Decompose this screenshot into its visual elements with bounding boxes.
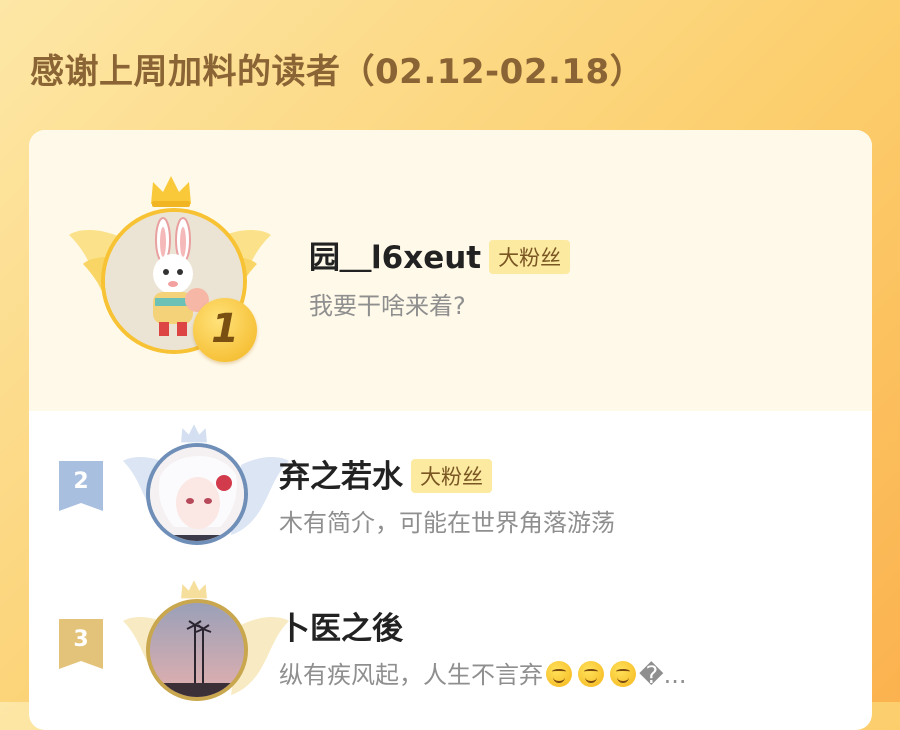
reader-name: 园＿l6xeut 大粉丝 xyxy=(309,232,571,277)
reader-row-3[interactable]: 3 卜医之後 纵有疾风起，人生不言弃 �... xyxy=(29,561,872,721)
crown-icon xyxy=(181,580,207,599)
fan-badge: 大粉丝 xyxy=(411,458,492,493)
smiling-face-emoji-icon xyxy=(578,661,604,687)
anime-avatar-image xyxy=(150,447,244,541)
reader-description: 纵有疾风起，人生不言弃 �... xyxy=(279,661,687,689)
page-title: 感谢上周加料的读者（02.12-02.18） xyxy=(30,52,645,92)
fan-badge: 大粉丝 xyxy=(489,239,571,274)
rank-number: 1 xyxy=(211,306,239,352)
palm-sunset-avatar-image xyxy=(150,603,244,697)
rank-tag-3: 3 xyxy=(59,619,103,669)
smiling-face-emoji-icon xyxy=(610,661,636,687)
reader-row-1[interactable]: 1 园＿l6xeut 大粉丝 我要干啥来着? xyxy=(29,130,872,411)
avatar[interactable] xyxy=(146,443,248,545)
gold-medal-icon: 1 xyxy=(193,298,257,362)
reader-name: 弃之若水 大粉丝 xyxy=(279,451,492,496)
rank-tag-2: 2 xyxy=(59,461,103,511)
crown-icon xyxy=(151,176,191,207)
reader-name: 卜医之後 xyxy=(279,611,403,647)
reader-description: 我要干啥来着? xyxy=(309,292,466,320)
avatar[interactable] xyxy=(146,599,248,701)
reader-row-2[interactable]: 2 弃之若水 大粉丝 木有简介，可能在世界角落游荡 xyxy=(29,411,872,561)
crown-icon xyxy=(181,424,207,443)
reader-ranking-card: 1 园＿l6xeut 大粉丝 我要干啥来着? 2 弃之若水 大粉丝 木有简介，可… xyxy=(29,130,872,730)
reader-description: 木有简介，可能在世界角落游荡 xyxy=(279,509,615,537)
smiling-face-emoji-icon xyxy=(546,661,572,687)
